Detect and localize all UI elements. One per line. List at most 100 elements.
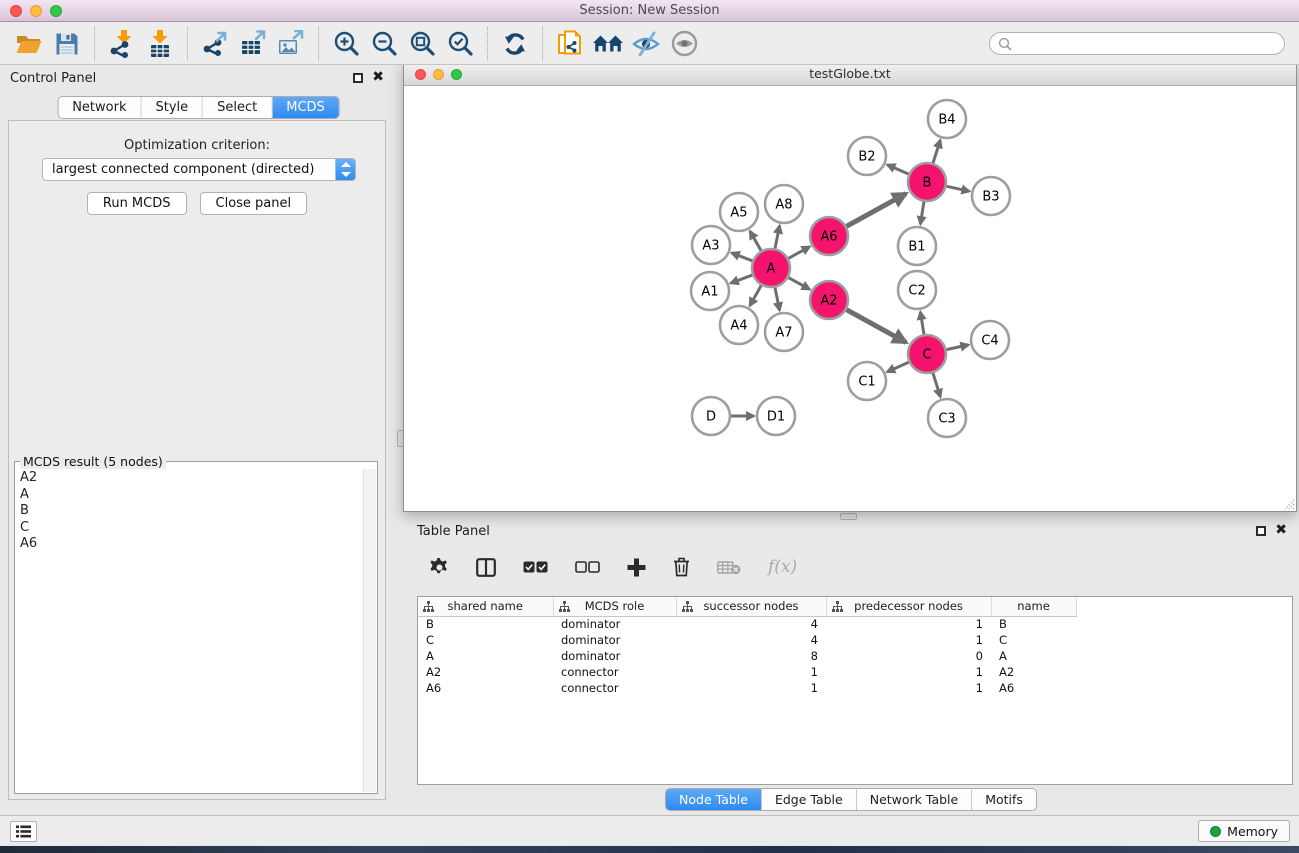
delete-table-button[interactable] <box>717 560 741 575</box>
search-input[interactable] <box>1012 37 1276 51</box>
delete-column-button[interactable] <box>673 557 690 577</box>
zoom-window-button[interactable] <box>50 5 62 17</box>
table-cell[interactable]: B <box>418 616 553 632</box>
horizontal-splitter-handle[interactable] <box>840 513 857 520</box>
edge-C-C3[interactable] <box>933 372 941 397</box>
edge-A-A5[interactable] <box>750 231 762 251</box>
show-graphics-details-button[interactable] <box>668 28 700 60</box>
close-table-panel-icon[interactable]: ✖ <box>1275 521 1287 539</box>
show-columns-button[interactable] <box>476 558 496 577</box>
network-close-button[interactable] <box>415 69 426 80</box>
table-cell[interactable]: C <box>991 632 1076 648</box>
column-header-successor-nodes[interactable]: successor nodes <box>676 597 826 616</box>
edge-B-B1[interactable] <box>920 201 924 224</box>
edge-C-C4[interactable] <box>946 345 969 350</box>
mcds-result-item[interactable]: A6 <box>16 536 362 553</box>
minimize-window-button[interactable] <box>30 5 42 17</box>
tab-mcds[interactable]: MCDS <box>272 97 339 118</box>
column-header-shared-name[interactable]: shared name <box>418 597 553 616</box>
tab-edge-table[interactable]: Edge Table <box>762 789 857 810</box>
memory-button[interactable]: Memory <box>1198 820 1290 842</box>
zoom-in-button[interactable] <box>330 28 362 60</box>
search-field[interactable] <box>989 32 1285 55</box>
float-table-panel-icon[interactable] <box>1256 526 1266 536</box>
edge-C-C2[interactable] <box>920 312 924 335</box>
deselect-all-button[interactable] <box>575 561 600 573</box>
table-cell[interactable]: A2 <box>418 664 553 680</box>
run-mcds-button[interactable]: Run MCDS <box>87 192 187 215</box>
float-panel-icon[interactable] <box>353 73 363 83</box>
export-table-button[interactable] <box>237 28 269 60</box>
table-options-button[interactable] <box>430 558 449 577</box>
table-cell[interactable]: B <box>991 616 1076 632</box>
close-window-button[interactable] <box>10 5 22 17</box>
save-session-button[interactable] <box>51 28 83 60</box>
edge-A-A2[interactable] <box>788 277 810 289</box>
hide-graphics-details-button[interactable] <box>630 28 662 60</box>
tab-node-table[interactable]: Node Table <box>666 789 762 810</box>
table-cell[interactable]: A6 <box>991 680 1076 696</box>
zoom-out-button[interactable] <box>368 28 400 60</box>
table-cell[interactable]: A2 <box>991 664 1076 680</box>
table-cell[interactable]: A <box>991 648 1076 664</box>
edge-B-B4[interactable] <box>933 140 941 164</box>
apply-layout-button[interactable] <box>499 28 531 60</box>
import-table-button[interactable] <box>144 28 176 60</box>
table-cell[interactable]: dominator <box>553 616 676 632</box>
table-cell[interactable]: 0 <box>826 648 991 664</box>
node-table[interactable]: shared nameMCDS rolesuccessor nodesprede… <box>417 596 1293 785</box>
export-image-button[interactable] <box>275 28 307 60</box>
edge-A6-B[interactable] <box>846 194 906 227</box>
network-home-button[interactable] <box>592 28 624 60</box>
select-all-button[interactable] <box>523 561 548 573</box>
table-cell[interactable]: 8 <box>676 648 826 664</box>
table-row[interactable]: Adominator80A <box>418 648 1076 664</box>
edge-C-C1[interactable] <box>887 362 910 372</box>
edge-A-A3[interactable] <box>732 253 754 261</box>
window-resize-grip[interactable] <box>1281 496 1295 510</box>
export-network-button[interactable] <box>199 28 231 60</box>
network-minimize-button[interactable] <box>433 69 444 80</box>
table-cell[interactable]: dominator <box>553 632 676 648</box>
zoom-selected-button[interactable] <box>444 28 476 60</box>
close-panel-button[interactable]: Close panel <box>200 192 308 215</box>
edge-A-A7[interactable] <box>775 287 780 311</box>
column-header-mcds-role[interactable]: MCDS role <box>553 597 676 616</box>
table-row[interactable]: Bdominator41B <box>418 616 1076 632</box>
network-zoom-button[interactable] <box>451 69 462 80</box>
edge-A-A8[interactable] <box>775 226 780 250</box>
column-header-name[interactable]: name <box>991 597 1076 616</box>
tab-motifs[interactable]: Motifs <box>972 789 1036 810</box>
show-panels-button[interactable] <box>10 821 37 842</box>
edge-A-A1[interactable] <box>731 275 754 284</box>
open-session-button[interactable] <box>13 28 45 60</box>
network-graph-canvas[interactable]: B4B2BB3A8A5A6A3B1AC2A1A2A4A7C4CC1DD1C3 <box>404 86 1296 511</box>
edge-B-B3[interactable] <box>946 186 970 191</box>
network-window-titlebar[interactable]: testGlobe.txt <box>404 63 1296 86</box>
table-cell[interactable]: C <box>418 632 553 648</box>
tab-network[interactable]: Network <box>58 97 141 118</box>
table-cell[interactable]: 4 <box>676 616 826 632</box>
create-column-button[interactable] <box>627 558 646 577</box>
import-network-button[interactable] <box>106 28 138 60</box>
mcds-result-item[interactable]: A2 <box>16 470 362 487</box>
edge-A-A6[interactable] <box>788 247 810 259</box>
column-header-predecessor-nodes[interactable]: predecessor nodes <box>826 597 991 616</box>
mcds-result-item[interactable]: C <box>16 520 362 537</box>
table-cell[interactable]: A <box>418 648 553 664</box>
zoom-fit-button[interactable] <box>406 28 438 60</box>
tab-select[interactable]: Select <box>203 97 272 118</box>
table-row[interactable]: A2connector11A2 <box>418 664 1076 680</box>
function-builder-button[interactable]: f(x) <box>768 557 797 577</box>
table-cell[interactable]: 1 <box>826 632 991 648</box>
edge-B-B2[interactable] <box>887 165 909 175</box>
mcds-result-item[interactable]: A <box>16 487 362 504</box>
table-cell[interactable]: 1 <box>826 616 991 632</box>
table-cell[interactable]: 1 <box>676 664 826 680</box>
table-cell[interactable]: 1 <box>826 664 991 680</box>
mcds-result-list[interactable]: A2ABCA6 <box>16 469 362 792</box>
edge-A2-C[interactable] <box>846 309 906 342</box>
table-cell[interactable]: connector <box>553 664 676 680</box>
table-row[interactable]: A6connector11A6 <box>418 680 1076 696</box>
table-cell[interactable]: 1 <box>676 680 826 696</box>
